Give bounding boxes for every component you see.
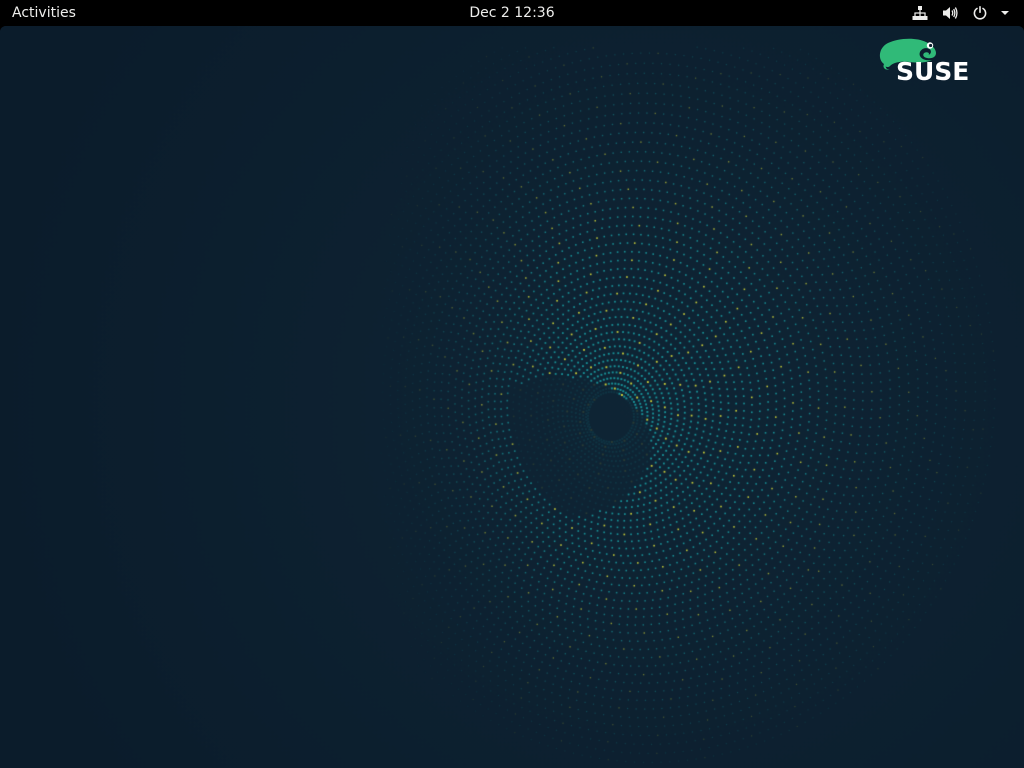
wallpaper	[0, 26, 1024, 768]
chevron-down-icon[interactable]	[1000, 5, 1010, 21]
power-icon[interactable]	[972, 5, 988, 21]
activities-button[interactable]: Activities	[12, 4, 76, 22]
system-tray[interactable]	[912, 0, 1010, 26]
top-bar: Activities Dec 2 12:36	[0, 0, 1024, 26]
volume-icon[interactable]	[942, 5, 958, 21]
desktop[interactable]: SUSE	[0, 26, 1024, 768]
clock-button[interactable]: Dec 2 12:36	[469, 5, 554, 21]
network-wired-icon[interactable]	[912, 5, 928, 21]
suse-logo: SUSE	[876, 34, 988, 90]
suse-logo-text: SUSE	[896, 57, 970, 86]
clock-area: Dec 2 12:36	[0, 4, 1024, 22]
